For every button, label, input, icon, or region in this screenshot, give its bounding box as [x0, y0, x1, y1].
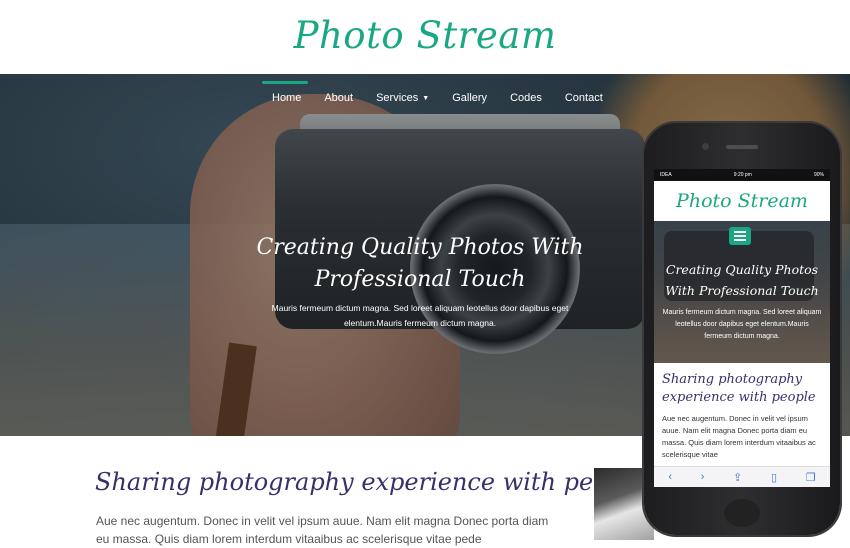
hamburger-icon [734, 231, 746, 233]
nav-active-indicator [262, 81, 308, 84]
share-icon[interactable]: ⇪ [733, 471, 742, 484]
nav-item-services-label: Services [376, 92, 419, 104]
back-icon[interactable]: ‹ [668, 471, 672, 483]
nav-item-codes[interactable]: Codes [510, 92, 542, 104]
nav-items: Home About Services ▼ Gallery Codes Conta… [272, 92, 626, 104]
bookmarks-icon[interactable]: ▯ [771, 471, 777, 484]
phone-front-camera [702, 143, 709, 150]
nav-item-gallery[interactable]: Gallery [452, 92, 487, 104]
mobile-menu-button[interactable] [729, 227, 751, 245]
mobile-hero-text: Mauris fermeum dictum magna. Sed loreet … [662, 309, 822, 340]
mobile-section-text: Aue nec augentum. Donec in velit vel ips… [662, 414, 816, 459]
hero-text: Mauris fermeum dictum magna. Sed loreet … [271, 303, 569, 328]
mobile-time: 9:20 pm [733, 172, 752, 178]
mobile-status-bar: IDEA 9:20 pm 90% [654, 169, 830, 181]
nav-item-about[interactable]: About [324, 92, 353, 104]
mobile-logo[interactable]: Photo Stream [654, 181, 830, 221]
mobile-hero-title: Creating Quality Photos With Professiona… [665, 262, 819, 298]
mobile-battery: 90% [813, 172, 824, 178]
hamburger-icon-line [734, 235, 746, 237]
phone-speaker [726, 145, 758, 149]
mobile-carrier: IDEA [660, 172, 672, 178]
site-logo[interactable]: Photo Stream [0, 14, 850, 57]
phone-screen: IDEA 9:20 pm 90% Photo Stream Creating Q… [654, 169, 830, 487]
caret-down-icon: ▼ [422, 94, 430, 102]
forward-icon[interactable]: › [701, 471, 705, 483]
phone-home-button [724, 499, 760, 527]
main-nav: Home About Services ▼ Gallery Codes Conta… [0, 74, 850, 124]
phone-mockup: IDEA 9:20 pm 90% Photo Stream Creating Q… [644, 123, 840, 535]
mobile-browser-toolbar: ‹ › ⇪ ▯ ❐ [654, 466, 830, 487]
nav-item-services[interactable]: Services ▼ [376, 92, 429, 104]
mobile-section-title: Sharing photography experience with peop… [662, 372, 816, 405]
section-text: Aue nec augentum. Donec in velit vel ips… [96, 514, 549, 546]
section-title: Sharing photography experience with peop… [95, 468, 645, 496]
nav-item-home[interactable]: Home [272, 92, 301, 104]
nav-item-contact[interactable]: Contact [565, 92, 603, 104]
hero-title: Creating Quality Photos With Professiona… [256, 235, 584, 292]
mobile-hero: Creating Quality Photos With Professiona… [654, 221, 830, 363]
tabs-icon[interactable]: ❐ [806, 471, 816, 484]
hamburger-icon-line [734, 239, 746, 241]
